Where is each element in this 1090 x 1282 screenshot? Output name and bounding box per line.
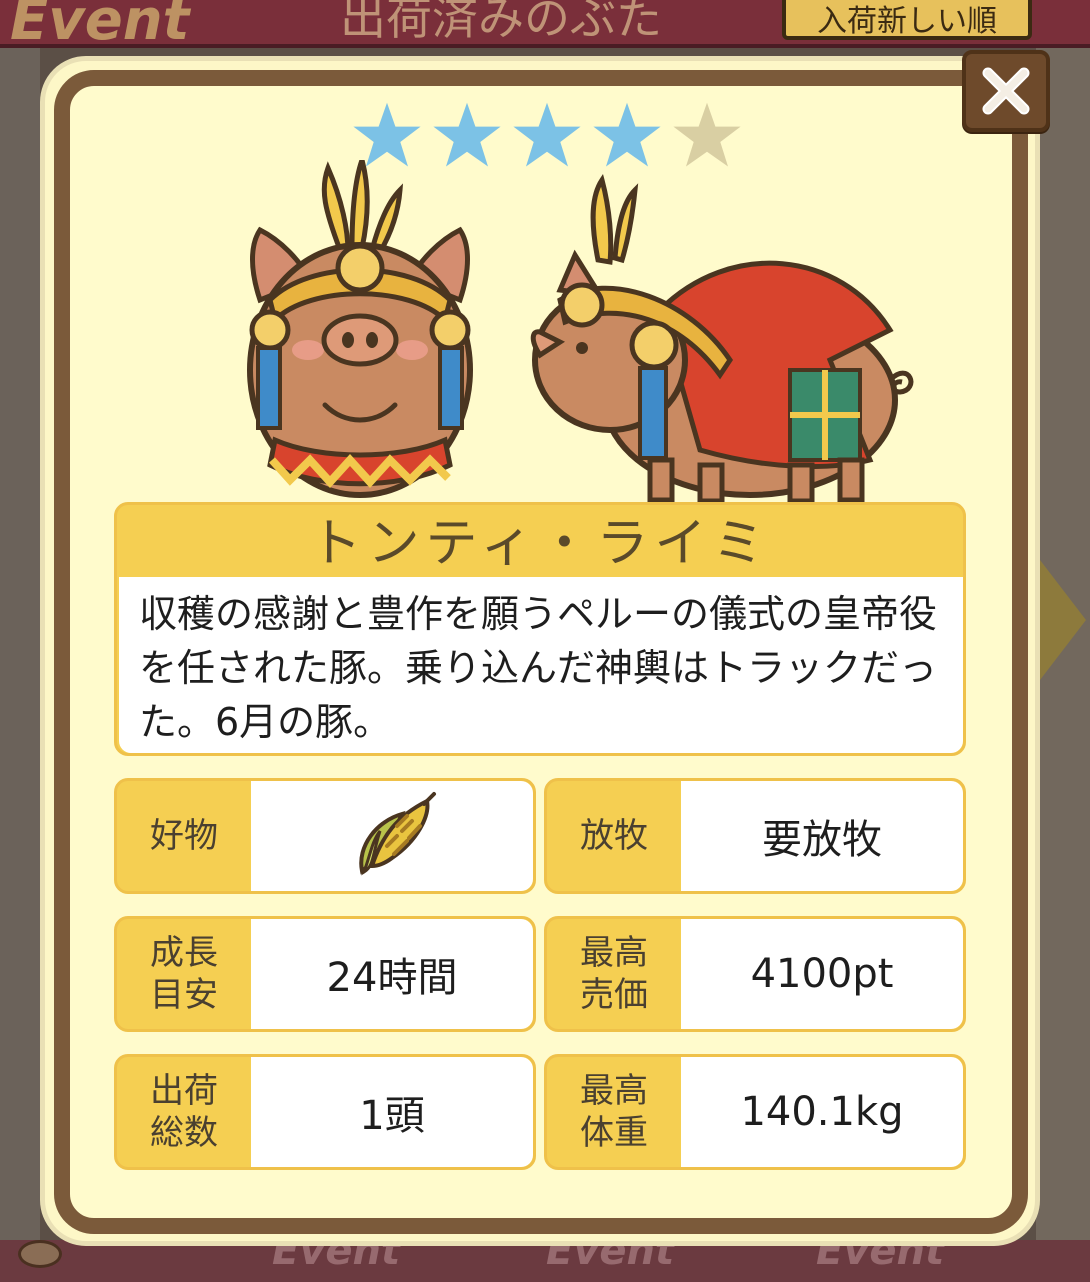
favorite-food-stat: 好物 [114, 778, 536, 894]
pig-side-view [530, 174, 914, 504]
max-weight-stat: 最高体重 140.1kg [544, 1054, 966, 1170]
stat-value: 140.1kg [681, 1057, 963, 1167]
close-button[interactable] [962, 50, 1050, 132]
stat-label: 最高売価 [580, 933, 648, 1015]
sort-button[interactable]: 入荷新しい順 [782, 0, 1032, 40]
stat-label: 放牧 [580, 816, 648, 856]
next-arrow-icon[interactable] [1040, 560, 1086, 680]
pig-front-view [247, 160, 473, 498]
left-background-panel [0, 48, 40, 1248]
stat-label: 好物 [150, 816, 218, 856]
stat-value: 要放牧 [681, 781, 963, 891]
pig-illustration [247, 160, 914, 504]
header-title: 出荷済みのぶた [340, 0, 662, 45]
pig-name: トンティ・ライミ [309, 514, 771, 574]
max-price-stat: 最高売価 4100pt [544, 916, 966, 1032]
stat-value: 24時間 [251, 919, 533, 1029]
pig-tab-icon[interactable] [18, 1240, 62, 1268]
stat-value: 1頭 [251, 1057, 533, 1167]
event-logo: Event [10, 0, 190, 53]
grazing-stat: 放牧 要放牧 [544, 778, 966, 894]
pig-description: 収穫の感謝と豊作を願うペルーの儀式の皇帝役を任された豚。乗り込んだ神輿はトラック… [119, 577, 963, 753]
stat-label: 出荷総数 [150, 1071, 218, 1153]
stat-value [251, 781, 533, 891]
pig-info-card: トンティ・ライミ 収穫の感謝と豊作を願うペルーの儀式の皇帝役を任された豚。乗り込… [114, 502, 966, 756]
close-icon [982, 67, 1030, 115]
stat-value: 4100pt [681, 919, 963, 1029]
corn-icon [359, 792, 436, 876]
growth-time-stat: 成長目安 24時間 [114, 916, 536, 1032]
shipped-count-stat: 出荷総数 1頭 [114, 1054, 536, 1170]
stat-label: 最高体重 [580, 1071, 648, 1153]
stat-label: 成長目安 [150, 933, 218, 1015]
